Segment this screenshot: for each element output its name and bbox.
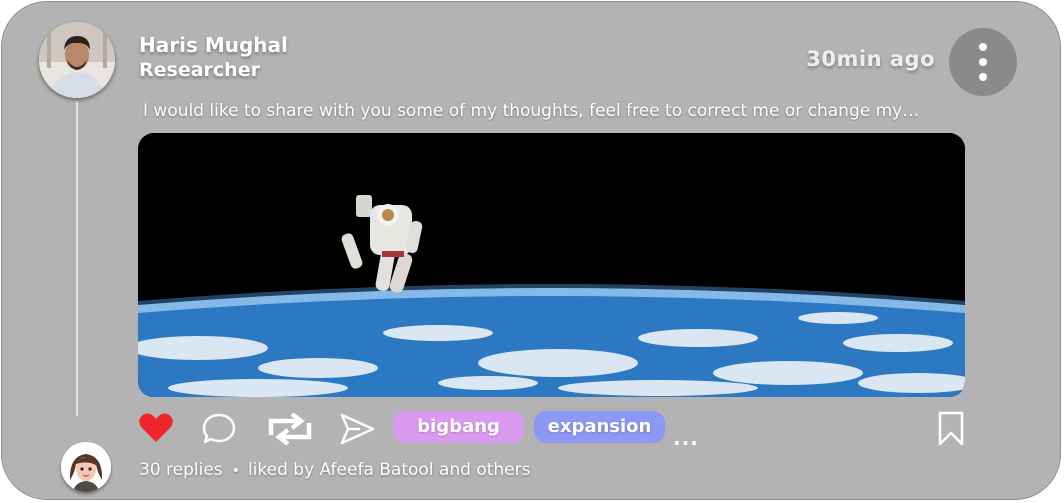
post-card: Haris Mughal Researcher 30min ago I woul…: [1, 1, 1061, 500]
author-avatar[interactable]: [39, 22, 115, 98]
more-vertical-icon: [979, 43, 987, 51]
tag-bigbang[interactable]: bigbang: [393, 411, 524, 443]
heart-icon: [139, 413, 173, 442]
bookmark-button[interactable]: [931, 409, 971, 449]
comment-icon: [202, 413, 236, 444]
thread-line: [76, 102, 78, 416]
author-name[interactable]: Haris Mughal: [139, 33, 288, 57]
post-timestamp: 30min ago: [806, 47, 935, 71]
liked-by-text[interactable]: liked by Afeefa Batool and others: [248, 460, 531, 480]
send-icon: [340, 413, 375, 445]
replies-count[interactable]: 30 replies: [139, 460, 223, 480]
post-stats: 30 replies • liked by Afeefa Batool and ot…: [139, 460, 530, 480]
share-button[interactable]: [337, 409, 377, 449]
tag-expansion[interactable]: expansion: [534, 411, 665, 443]
bookmark-icon: [938, 411, 964, 446]
repost-icon: [268, 413, 312, 445]
like-button[interactable]: [136, 408, 176, 448]
post-text: I would like to share with you some of m…: [143, 101, 920, 121]
separator-dot: •: [231, 463, 240, 479]
repost-button[interactable]: [264, 409, 316, 449]
post-image[interactable]: [138, 133, 965, 397]
author-role: Researcher: [139, 59, 260, 81]
more-tags-indicator[interactable]: ...: [673, 426, 699, 450]
more-options-button[interactable]: [949, 28, 1017, 96]
comment-button[interactable]: [199, 409, 239, 449]
liker-avatar[interactable]: [61, 442, 111, 492]
